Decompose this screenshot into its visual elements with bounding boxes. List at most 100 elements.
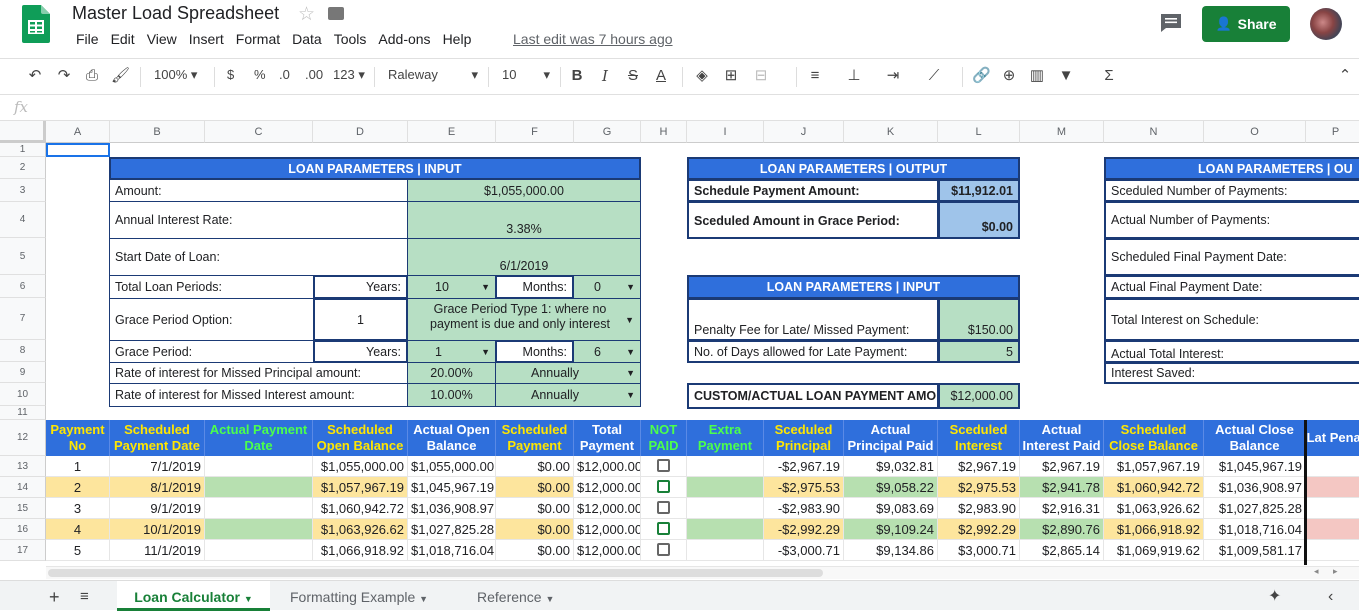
- column-header-b[interactable]: B: [110, 121, 205, 143]
- cell-extra-payment[interactable]: [687, 477, 764, 498]
- not-paid-checkbox[interactable]: [657, 522, 670, 535]
- row-header-12[interactable]: 12: [0, 420, 46, 456]
- penalty-value[interactable]: $150.00: [938, 298, 1020, 341]
- cell-sched-open-balance[interactable]: $1,055,000.00: [313, 456, 408, 477]
- paint-format-icon[interactable]: 🖌: [111, 67, 130, 85]
- strikethrough-icon[interactable]: S: [624, 67, 642, 85]
- row-header-15[interactable]: 15: [0, 498, 46, 519]
- cell-scheduled-payment[interactable]: $0.00: [496, 456, 574, 477]
- missed-interest-freq-select[interactable]: Annually ▼: [495, 383, 641, 407]
- header-actual-open-balance[interactable]: Actual Open Balance: [408, 420, 496, 456]
- column-header-e[interactable]: E: [408, 121, 496, 143]
- align-left-icon[interactable]: ≡: [806, 67, 824, 85]
- cell-actual-close-balance[interactable]: $1,027,825.28: [1204, 498, 1306, 519]
- cell-actual-close-balance[interactable]: $1,045,967.19: [1204, 456, 1306, 477]
- cell-payment-no[interactable]: 3: [46, 498, 110, 519]
- months-select[interactable]: 0 ▼: [573, 275, 641, 299]
- cell-actual-date[interactable]: [205, 540, 313, 561]
- column-header-g[interactable]: G: [574, 121, 641, 143]
- zoom-select[interactable]: 100% ▾: [154, 67, 197, 83]
- grace-years-select[interactable]: 1 ▼: [407, 340, 496, 363]
- collapse-panel-icon[interactable]: ‹: [1328, 581, 1333, 611]
- cell-not-paid[interactable]: [641, 540, 687, 561]
- not-paid-checkbox[interactable]: [657, 480, 670, 493]
- row-header-11[interactable]: 11: [0, 406, 46, 420]
- header-late-penalty[interactable]: Lat Penal: [1306, 420, 1359, 456]
- cell-payment-no[interactable]: 2: [46, 477, 110, 498]
- column-header-c[interactable]: C: [205, 121, 313, 143]
- selected-cell-a1[interactable]: [46, 143, 110, 157]
- select-all-corner[interactable]: [0, 121, 46, 143]
- cell-payment-no[interactable]: 1: [46, 456, 110, 477]
- cell-actual-close-balance[interactable]: $1,036,908.97: [1204, 477, 1306, 498]
- cell-sched-principal[interactable]: -$2,975.53: [764, 477, 844, 498]
- menu-format[interactable]: Format: [230, 31, 286, 47]
- folder-icon[interactable]: [328, 7, 344, 20]
- cell-scheduled-payment[interactable]: $0.00: [496, 519, 574, 540]
- merge-cells-icon[interactable]: ⊟: [752, 67, 770, 85]
- cell-late-penalty[interactable]: [1306, 519, 1359, 540]
- cell-payment-no[interactable]: 4: [46, 519, 110, 540]
- font-size-select[interactable]: 10 ▾: [502, 67, 550, 82]
- column-header-j[interactable]: J: [764, 121, 844, 143]
- grace-option-value[interactable]: 1: [313, 298, 408, 341]
- menu-edit[interactable]: Edit: [105, 31, 141, 47]
- insert-chart-icon[interactable]: ▥: [1028, 67, 1046, 85]
- row-header-13[interactable]: 13: [0, 456, 46, 477]
- more-formats-select[interactable]: 123 ▾: [333, 67, 365, 83]
- tab-formatting-example[interactable]: Formatting Example ▼: [290, 581, 428, 611]
- not-paid-checkbox[interactable]: [657, 501, 670, 514]
- comment-icon[interactable]: [1160, 13, 1182, 33]
- add-sheet-icon[interactable]: +: [49, 581, 60, 611]
- cell-actual-principal[interactable]: $9,134.86: [844, 540, 938, 561]
- cell-extra-payment[interactable]: [687, 456, 764, 477]
- cell-total-payment[interactable]: $12,000.00: [574, 540, 641, 561]
- column-header-n[interactable]: N: [1104, 121, 1204, 143]
- cell-extra-payment[interactable]: [687, 519, 764, 540]
- cell-actual-interest[interactable]: $2,916.31: [1020, 498, 1104, 519]
- cell-sched-close-balance[interactable]: $1,063,926.62: [1104, 498, 1204, 519]
- header-payment-no[interactable]: Payment No: [46, 420, 110, 456]
- scroll-right-icon[interactable]: ▸: [1333, 566, 1338, 577]
- bold-icon[interactable]: B: [568, 67, 586, 85]
- star-icon[interactable]: ☆: [298, 3, 315, 26]
- tab-loan-calculator[interactable]: Loan Calculator ▼: [117, 581, 270, 611]
- cell-actual-date[interactable]: [205, 456, 313, 477]
- not-paid-checkbox[interactable]: [657, 543, 670, 556]
- decrease-decimal-button[interactable]: .0: [279, 67, 290, 82]
- row-header-5[interactable]: 5: [0, 238, 46, 275]
- currency-format-button[interactable]: $: [227, 67, 234, 82]
- header-not-paid[interactable]: NOT PAID: [641, 420, 687, 456]
- cell-actual-principal[interactable]: $9,083.69: [844, 498, 938, 519]
- row-header-8[interactable]: 8: [0, 340, 46, 362]
- late-days-value[interactable]: 5: [938, 340, 1020, 363]
- menu-insert[interactable]: Insert: [183, 31, 230, 47]
- cell-actual-open-balance[interactable]: $1,027,825.28: [408, 519, 496, 540]
- menu-view[interactable]: View: [141, 31, 183, 47]
- cell-total-payment[interactable]: $12,000.00: [574, 456, 641, 477]
- cell-sched-principal[interactable]: -$2,992.29: [764, 519, 844, 540]
- cell-sched-open-balance[interactable]: $1,063,926.62: [313, 519, 408, 540]
- column-header-i[interactable]: I: [687, 121, 764, 143]
- cell-actual-principal[interactable]: $9,032.81: [844, 456, 938, 477]
- row-header-1[interactable]: 1: [0, 143, 46, 157]
- cell-late-penalty[interactable]: [1306, 498, 1359, 519]
- cell-actual-open-balance[interactable]: $1,018,716.04: [408, 540, 496, 561]
- cell-not-paid[interactable]: [641, 519, 687, 540]
- collapse-toolbar-icon[interactable]: ⌃: [1336, 67, 1354, 85]
- row-header-3[interactable]: 3: [0, 179, 46, 202]
- cell-not-paid[interactable]: [641, 498, 687, 519]
- cell-sched-interest[interactable]: $2,975.53: [938, 477, 1020, 498]
- cell-actual-interest[interactable]: $2,890.76: [1020, 519, 1104, 540]
- share-button[interactable]: 👤 Share: [1202, 6, 1290, 42]
- formula-input[interactable]: [46, 99, 1346, 117]
- cell-sched-interest[interactable]: $2,992.29: [938, 519, 1020, 540]
- scroll-left-icon[interactable]: ◂: [1314, 566, 1319, 577]
- row-header-6[interactable]: 6: [0, 275, 46, 298]
- insert-comment-icon[interactable]: ⊕: [1000, 67, 1018, 85]
- fill-color-icon[interactable]: ◈: [693, 67, 711, 85]
- avatar[interactable]: [1310, 8, 1342, 40]
- horizontal-scrollbar[interactable]: ◂ ▸: [46, 566, 1359, 579]
- menu-file[interactable]: File: [70, 31, 105, 47]
- column-header-k[interactable]: K: [844, 121, 938, 143]
